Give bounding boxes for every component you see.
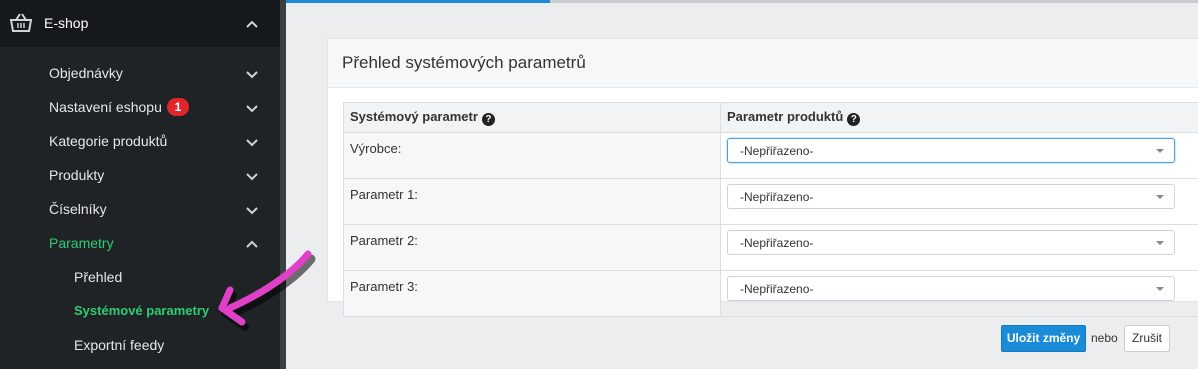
chevron-down-icon	[245, 67, 259, 81]
product-parameter-select[interactable]: -Nepřiřazeno-	[727, 138, 1175, 163]
column-header-label: Systémový parametr	[350, 109, 478, 124]
chevron-up-icon	[245, 237, 259, 251]
caret-down-icon	[1156, 287, 1164, 291]
sidebar-header-title: E-shop	[44, 15, 89, 31]
column-header-label: Parametr produktů	[727, 109, 844, 124]
product-parameter-select[interactable]: -Nepřiřazeno-	[727, 184, 1175, 209]
sidebar-item-label: Produkty	[49, 167, 105, 183]
sidebar-item-kategorie-produktu[interactable]: Kategorie produktů	[0, 124, 280, 158]
sidebar-subitem-label: Systémové parametry	[74, 303, 210, 318]
parameters-table: Systémový parametr? Parametr produktů? V…	[343, 102, 1198, 317]
sidebar-subitem-systemove-parametry[interactable]: Systémové parametry	[0, 294, 280, 328]
caret-down-icon	[1156, 195, 1164, 199]
system-parameters-panel: Přehled systémových parametrů Systémový …	[327, 38, 1198, 317]
table-row: Výrobce: -Nepřiřazeno-	[343, 132, 1198, 179]
sidebar-header-eshop[interactable]: E-shop	[0, 0, 280, 47]
select-value: -Nepřiřazeno-	[740, 144, 814, 158]
sidebar-item-label: Číselníky	[49, 201, 107, 217]
sidebar-item-label: Nastavení eshopu	[49, 99, 162, 115]
save-button[interactable]: Uložit změny	[1001, 325, 1086, 352]
page-title: Přehled systémových parametrů	[342, 53, 586, 72]
cancel-button[interactable]: Zrušit	[1124, 325, 1170, 352]
sidebar: E-shop Objednávky Nastavení eshopu 1 Kat…	[0, 0, 286, 369]
select-value: -Nepřiřazeno-	[740, 282, 814, 296]
sidebar-subitem-label: Exportní feedy	[74, 337, 165, 353]
help-icon[interactable]: ?	[481, 113, 495, 126]
sidebar-item-produkty[interactable]: Produkty	[0, 158, 280, 192]
row-select-cell: -Nepřiřazeno-	[720, 224, 1198, 271]
chevron-up-icon	[245, 17, 259, 31]
table-row: Parametr 1: -Nepřiřazeno-	[343, 178, 1198, 225]
sidebar-item-nastaveni-eshopu[interactable]: Nastavení eshopu 1	[0, 90, 280, 124]
sidebar-item-label: Parametry	[49, 235, 114, 251]
table-header-row: Systémový parametr? Parametr produktů?	[343, 102, 1198, 133]
row-select-cell: -Nepřiřazeno-	[720, 270, 1198, 317]
chevron-down-icon	[245, 101, 259, 115]
caret-down-icon	[1156, 149, 1164, 153]
sidebar-item-label: Kategorie produktů	[49, 133, 168, 149]
table-row: Parametr 3: -Nepřiřazeno-	[343, 270, 1198, 317]
row-label: Výrobce:	[343, 132, 721, 179]
row-select-cell: -Nepřiřazeno-	[720, 132, 1198, 179]
select-value: -Nepřiřazeno-	[740, 236, 814, 250]
chevron-down-icon	[245, 135, 259, 149]
sidebar-item-parametry[interactable]: Parametry	[0, 226, 280, 260]
product-parameter-select[interactable]: -Nepřiřazeno-	[727, 230, 1175, 255]
sidebar-scrollbar[interactable]	[280, 0, 286, 369]
notification-badge: 1	[167, 98, 189, 116]
sidebar-subitem-exportni-feedy[interactable]: Exportní feedy	[0, 328, 280, 362]
column-header-system-parameter: Systémový parametr?	[343, 102, 721, 133]
product-parameter-select[interactable]: -Nepřiřazeno-	[727, 276, 1175, 301]
basket-icon	[9, 13, 33, 33]
sidebar-item-label: Objednávky	[49, 65, 123, 81]
sidebar-item-objednavky[interactable]: Objednávky	[0, 56, 280, 90]
chevron-down-icon	[245, 169, 259, 183]
column-header-product-parameter: Parametr produktů?	[720, 102, 1198, 133]
row-label: Parametr 1:	[343, 178, 721, 225]
sidebar-item-ciselniky[interactable]: Číselníky	[0, 192, 280, 226]
caret-down-icon	[1156, 241, 1164, 245]
sidebar-subitem-prehled[interactable]: Přehled	[0, 260, 280, 294]
or-label: nebo	[1091, 331, 1118, 345]
select-value: -Nepřiřazeno-	[740, 190, 814, 204]
row-label: Parametr 3:	[343, 270, 721, 317]
row-label: Parametr 2:	[343, 224, 721, 271]
chevron-down-icon	[245, 203, 259, 217]
sidebar-subitem-label: Přehled	[74, 269, 123, 285]
top-progress-bar	[286, 0, 1198, 3]
top-progress-fill	[286, 0, 551, 3]
table-row: Parametr 2: -Nepřiřazeno-	[343, 224, 1198, 271]
panel-header: Přehled systémových parametrů	[328, 39, 1198, 88]
row-select-cell: -Nepřiřazeno-	[720, 178, 1198, 225]
help-icon[interactable]: ?	[847, 113, 861, 126]
